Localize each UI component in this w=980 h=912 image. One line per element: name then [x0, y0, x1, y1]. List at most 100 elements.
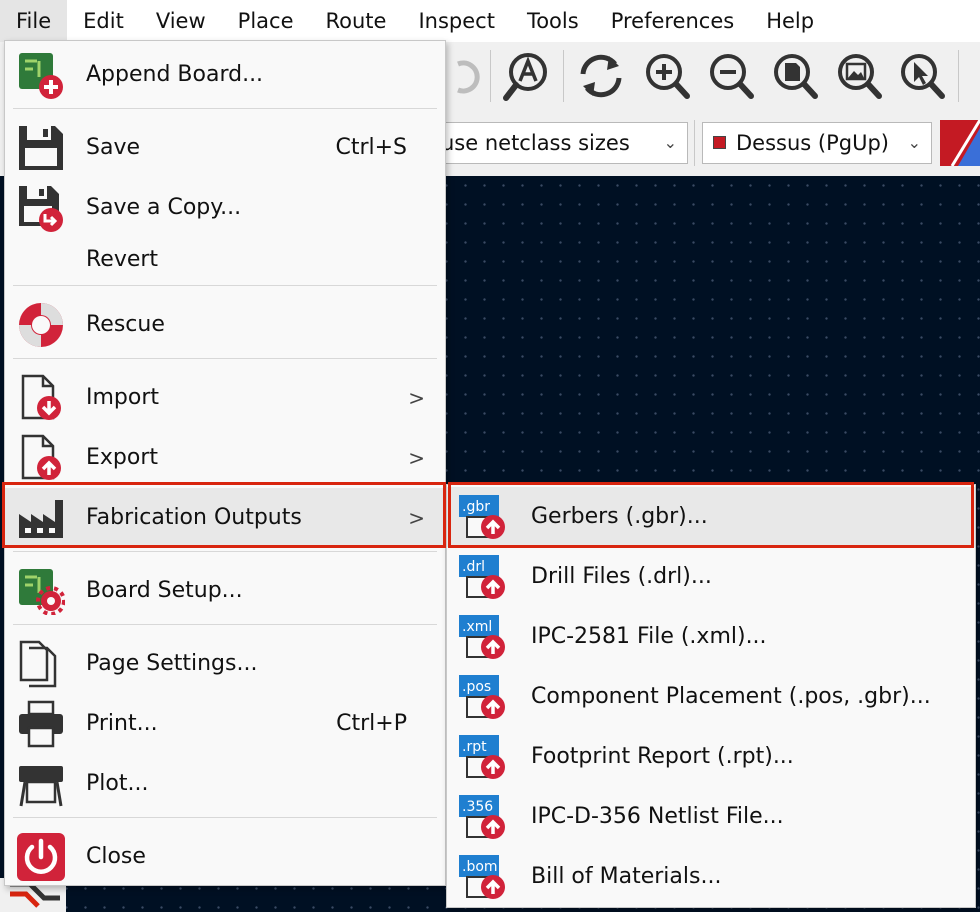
menu-preferences[interactable]: Preferences: [595, 0, 751, 42]
zoom-page-icon[interactable]: [768, 50, 820, 102]
file-extension-badge: .gbr: [462, 499, 490, 515]
close-item[interactable]: Close: [5, 827, 445, 887]
chevron-right-icon: >: [408, 506, 425, 530]
append-board-icon: [19, 53, 63, 99]
search-text-icon[interactable]: [502, 50, 554, 102]
chevron-right-icon: >: [408, 446, 425, 470]
page-settings-label: Page Settings...: [86, 651, 258, 676]
refresh-icon[interactable]: [575, 50, 627, 102]
zoom-fit-icon[interactable]: [832, 50, 884, 102]
toolbar-separator: [694, 120, 695, 166]
plot-label: Plot...: [86, 771, 149, 796]
fabrication-outputs-submenu: .gbr Gerbers (.gbr)... .drl Drill Files (.d…: [446, 484, 976, 908]
board-setup-item[interactable]: Board Setup...: [5, 561, 445, 621]
zoom-selection-icon[interactable]: [895, 50, 947, 102]
import-item[interactable]: Import >: [5, 368, 445, 428]
menu-inspect[interactable]: Inspect: [402, 0, 510, 42]
board-setup-label: Board Setup...: [86, 578, 243, 603]
layer-value: Dessus (PgUp): [736, 131, 889, 155]
menu-help[interactable]: Help: [750, 0, 830, 42]
fabrication-outputs-item[interactable]: Fabrication Outputs >: [5, 488, 445, 548]
revert-item[interactable]: Revert: [5, 230, 445, 290]
track-size-value: use netclass sizes: [441, 131, 630, 155]
import-label: Import: [86, 385, 160, 410]
save-icon: [19, 126, 63, 170]
plot-item[interactable]: Plot...: [5, 754, 445, 814]
save-item[interactable]: Save Ctrl+S: [5, 118, 445, 178]
power-icon: [17, 833, 65, 881]
append-board-item[interactable]: Append Board...: [5, 45, 445, 105]
layer-color-swatch: [713, 136, 726, 149]
print-label: Print...: [86, 711, 158, 736]
file-menu: Append Board... Save Ctrl+S Save a Copy.…: [4, 40, 446, 886]
fab-output-item[interactable]: .rpt Footprint Report (.rpt)...: [447, 727, 975, 787]
menu-bar: File Edit View Place Route Inspect Tools…: [0, 0, 980, 42]
menu-view[interactable]: View: [140, 0, 222, 42]
layer-pair-icon[interactable]: [940, 120, 980, 166]
rescue-item[interactable]: Rescue: [5, 295, 445, 355]
toolbar-separator: [490, 50, 491, 102]
menu-tools[interactable]: Tools: [511, 0, 595, 42]
file-extension-badge: .bom: [462, 859, 498, 875]
close-label: Close: [86, 844, 146, 869]
fab-output-item[interactable]: .gbr Gerbers (.gbr)...: [447, 487, 975, 547]
file-export-badge-icon: .pos: [459, 675, 505, 719]
menu-divider: [13, 108, 437, 109]
menu-edit[interactable]: Edit: [67, 0, 140, 42]
file-extension-badge: .drl: [462, 559, 485, 575]
toolbar-separator: [563, 50, 564, 102]
zoom-out-icon[interactable]: [704, 50, 756, 102]
zoom-in-icon[interactable]: [640, 50, 692, 102]
file-extension-badge: .rpt: [462, 739, 487, 755]
factory-icon: [19, 500, 63, 538]
menu-file[interactable]: File: [0, 0, 68, 42]
track-size-select[interactable]: use netclass sizes ⌄: [430, 122, 688, 164]
chevron-down-icon: ⌄: [663, 133, 677, 152]
file-export-badge-icon: .drl: [459, 555, 505, 599]
export-label: Export: [86, 445, 159, 470]
layer-select[interactable]: Dessus (PgUp) ⌄: [702, 122, 932, 164]
fab-output-item[interactable]: .356 IPC-D-356 Netlist File...: [447, 787, 975, 847]
print-shortcut: Ctrl+P: [336, 711, 407, 736]
fabrication-outputs-label: Fabrication Outputs: [86, 505, 302, 530]
menu-divider: [13, 624, 437, 625]
chevron-right-icon: >: [408, 386, 425, 410]
lifebuoy-icon: [19, 303, 63, 347]
menu-route[interactable]: Route: [310, 0, 403, 42]
save-copy-label: Save a Copy...: [86, 195, 242, 220]
menu-place[interactable]: Place: [222, 0, 310, 42]
print-item[interactable]: Print... Ctrl+P: [5, 694, 445, 754]
fab-output-item[interactable]: .drl Drill Files (.drl)...: [447, 547, 975, 607]
menu-divider: [13, 817, 437, 818]
menu-divider: [13, 285, 437, 286]
file-export-badge-icon: .gbr: [459, 495, 505, 539]
fab-output-label: Bill of Materials...: [531, 864, 722, 889]
toolbar-separator: [958, 50, 959, 102]
fab-output-item[interactable]: .xml IPC-2581 File (.xml)...: [447, 607, 975, 667]
fab-output-label: Component Placement (.pos, .gbr)...: [531, 684, 931, 709]
file-export-badge-icon: .bom: [459, 855, 505, 899]
fab-output-label: IPC-D-356 Netlist File...: [531, 804, 784, 829]
file-export-badge-icon: .356: [459, 795, 505, 839]
page-settings-icon: [19, 640, 57, 688]
redo-icon[interactable]: [440, 50, 492, 102]
save-copy-item[interactable]: Save a Copy...: [5, 178, 445, 238]
import-icon: [21, 374, 61, 420]
save-shortcut: Ctrl+S: [335, 135, 407, 160]
fab-output-label: Gerbers (.gbr)...: [531, 504, 708, 529]
chevron-down-icon: ⌄: [907, 133, 921, 152]
file-extension-badge: .356: [462, 799, 493, 815]
page-settings-item[interactable]: Page Settings...: [5, 634, 445, 694]
file-extension-badge: .xml: [462, 619, 492, 635]
export-icon: [21, 434, 61, 480]
fab-output-label: Footprint Report (.rpt)...: [531, 744, 794, 769]
rescue-label: Rescue: [86, 312, 165, 337]
fab-output-label: IPC-2581 File (.xml)...: [531, 624, 767, 649]
menu-divider: [13, 358, 437, 359]
save-copy-icon: [19, 186, 63, 232]
save-label: Save: [86, 135, 141, 160]
export-item[interactable]: Export >: [5, 428, 445, 488]
fab-output-item[interactable]: .pos Component Placement (.pos, .gbr)...: [447, 667, 975, 727]
fab-output-item[interactable]: .bom Bill of Materials...: [447, 847, 975, 907]
menu-divider: [13, 551, 437, 552]
